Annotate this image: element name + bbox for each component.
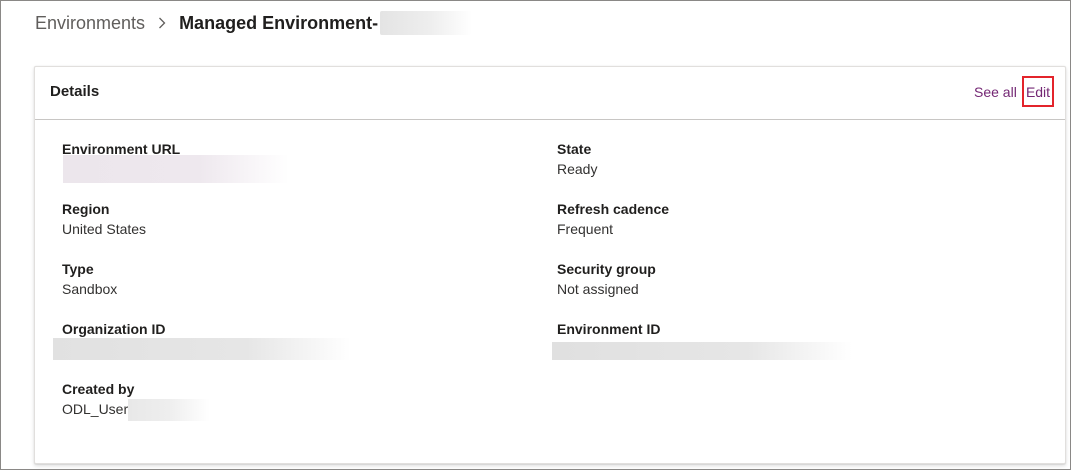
redacted-organization-id <box>53 338 351 360</box>
redacted-environment-name <box>380 11 473 35</box>
field-refresh-cadence: Refresh cadence Frequent <box>557 199 669 239</box>
field-value-refresh-cadence: Frequent <box>557 221 614 237</box>
field-created-by: Created by ODL_User <box>62 379 211 422</box>
field-label-environment-id: Environment ID <box>557 321 661 337</box>
created-by-user: ODL_User <box>62 401 129 417</box>
field-label-state: State <box>557 141 592 157</box>
field-security-group: Security group Not assigned <box>557 259 656 299</box>
redacted-environment-url <box>63 155 289 183</box>
field-region: Region United States <box>62 199 146 239</box>
page-frame: Environments Managed Environment- Detail… <box>0 0 1071 470</box>
chevron-right-icon <box>159 17 166 29</box>
see-all-link[interactable]: See all <box>974 84 1017 100</box>
field-state: State Ready <box>557 139 597 179</box>
breadcrumb-current-page: Managed Environment- <box>179 12 379 33</box>
field-value-region: United States <box>62 221 147 237</box>
details-card-header: Details See all Edit <box>35 67 1065 120</box>
field-environment-id: Environment ID <box>557 319 660 339</box>
field-label-type: Type <box>62 261 94 277</box>
edit-link[interactable]: Edit <box>1022 76 1054 107</box>
field-label-refresh-cadence: Refresh cadence <box>557 201 670 217</box>
field-value-created-by: ODL_User <box>62 399 211 422</box>
redacted-environment-id <box>552 342 852 360</box>
field-type: Type Sandbox <box>62 259 117 299</box>
field-value-security-group: Not assigned <box>557 281 639 297</box>
field-label-region: Region <box>62 201 110 217</box>
field-label-security-group: Security group <box>557 261 656 277</box>
breadcrumb: Environments Managed Environment- <box>35 10 473 36</box>
breadcrumb-environments-link[interactable]: Environments <box>35 13 145 34</box>
field-value-type: Sandbox <box>62 281 118 297</box>
field-organization-id: Organization ID <box>62 319 165 339</box>
field-label-created-by: Created by <box>62 381 135 397</box>
field-label-organization-id: Organization ID <box>62 321 166 337</box>
redacted-user-suffix <box>128 399 211 422</box>
field-value-state: Ready <box>557 161 598 177</box>
details-card-title: Details <box>50 83 100 100</box>
